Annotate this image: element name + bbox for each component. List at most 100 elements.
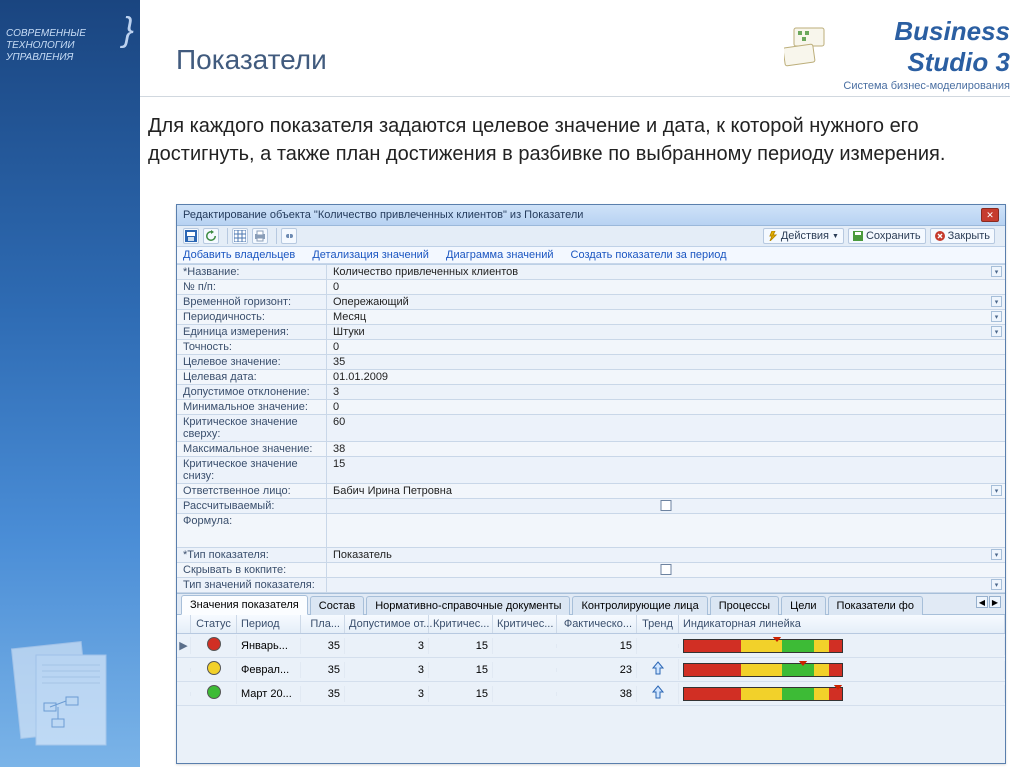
field-value[interactable]: 38 xyxy=(327,442,1005,456)
field-value[interactable]: ▾ xyxy=(327,578,1005,592)
col-header[interactable]: Пла... xyxy=(301,615,345,633)
field-label: Минимальное значение: xyxy=(177,400,327,414)
checkbox[interactable] xyxy=(661,564,672,575)
field-label: Максимальное значение: xyxy=(177,442,327,456)
close-button[interactable]: Закрыть xyxy=(930,228,995,244)
field-value[interactable]: 15 xyxy=(327,457,1005,483)
status-indicator-icon xyxy=(207,637,221,651)
tabscroll-left-icon[interactable]: ◀ xyxy=(976,596,988,608)
field-label: Ответственное лицо: xyxy=(177,484,327,498)
field-value[interactable]: Штуки▾ xyxy=(327,325,1005,339)
col-header[interactable]: Тренд xyxy=(637,615,679,633)
field-label: Формула: xyxy=(177,514,327,547)
field-value[interactable]: 01.01.2009 xyxy=(327,370,1005,384)
tab[interactable]: Показатели фо xyxy=(828,596,923,615)
main-toolbar: Действия ▼ Сохранить Закрыть xyxy=(177,226,1005,247)
grid-header: СтатусПериодПла...Допустимое от...Критич… xyxy=(177,615,1005,634)
dropdown-icon[interactable]: ▾ xyxy=(991,579,1002,590)
col-header[interactable]: Статус xyxy=(191,615,237,633)
table-row[interactable]: ▶Январь...3531515 xyxy=(177,634,1005,658)
trend-up-icon xyxy=(651,685,665,699)
close-window-icon[interactable]: ✕ xyxy=(981,208,999,222)
field-label: Критическое значение сверху: xyxy=(177,415,327,441)
app-window: Редактирование объекта "Количество привл… xyxy=(176,204,1006,764)
col-header[interactable]: Индикаторная линейка xyxy=(679,615,1005,633)
tabscroll-right-icon[interactable]: ▶ xyxy=(989,596,1001,608)
dropdown-icon[interactable]: ▾ xyxy=(991,296,1002,307)
dropdown-icon[interactable]: ▾ xyxy=(991,326,1002,337)
actions-dropdown[interactable]: Действия ▼ xyxy=(763,228,844,244)
tab[interactable]: Цели xyxy=(781,596,825,615)
field-value[interactable]: 0 xyxy=(327,400,1005,414)
field-label: Скрывать в кокпите: xyxy=(177,563,327,577)
link-diagram-values[interactable]: Диаграмма значений xyxy=(446,249,553,261)
brand-block: Business Studio 3 Система бизнес-моделир… xyxy=(843,16,1010,92)
link-create-period[interactable]: Создать показатели за период xyxy=(571,249,727,261)
field-value[interactable]: 3 xyxy=(327,385,1005,399)
field-value[interactable]: Показатель▾ xyxy=(327,548,1005,562)
properties-form: *Название:Количество привлеченных клиент… xyxy=(177,264,1005,593)
link-add-owners[interactable]: Добавить владельцев xyxy=(183,249,295,261)
print-icon[interactable] xyxy=(252,228,268,244)
refresh-icon[interactable] xyxy=(203,228,219,244)
field-value[interactable]: 35 xyxy=(327,355,1005,369)
save-button[interactable]: Сохранить xyxy=(848,228,926,244)
field-value[interactable]: Количество привлеченных клиентов▾ xyxy=(327,265,1005,279)
field-value[interactable]: 60 xyxy=(327,415,1005,441)
table-row[interactable]: Феврал...3531523 xyxy=(177,658,1005,682)
status-indicator-icon xyxy=(207,685,221,699)
field-value[interactable] xyxy=(327,499,1005,513)
status-indicator-icon xyxy=(207,661,221,675)
field-value[interactable]: Бабич Ирина Петровна▾ xyxy=(327,484,1005,498)
field-label: Временной горизонт: xyxy=(177,295,327,309)
field-label: *Название: xyxy=(177,265,327,279)
field-label: Целевая дата: xyxy=(177,370,327,384)
col-header[interactable]: Фактическо... xyxy=(557,615,637,633)
corporate-logo-block: } СОВРЕМЕННЫЕ ТЕХНОЛОГИИ УПРАВЛЕНИЯ xyxy=(6,28,126,64)
tab[interactable]: Нормативно-справочные документы xyxy=(366,596,570,615)
field-label: Критическое значение снизу: xyxy=(177,457,327,483)
indicator-gauge xyxy=(683,687,843,701)
tab[interactable]: Значения показателя xyxy=(181,595,308,615)
brand-diagram-icon xyxy=(784,26,834,70)
tab[interactable]: Процессы xyxy=(710,596,779,615)
window-title: Редактирование объекта "Количество привл… xyxy=(183,209,583,221)
field-label: Целевое значение: xyxy=(177,355,327,369)
field-value[interactable]: Опережающий▾ xyxy=(327,295,1005,309)
field-value[interactable]: 0 xyxy=(327,340,1005,354)
dropdown-icon[interactable]: ▾ xyxy=(991,266,1002,277)
col-header[interactable]: Критичес... xyxy=(429,615,493,633)
slide-heading: Показатели xyxy=(176,44,327,76)
field-label: Тип значений показателя: xyxy=(177,578,327,592)
link-detail-values[interactable]: Детализация значений xyxy=(312,249,429,261)
field-value[interactable] xyxy=(327,563,1005,577)
indicator-gauge xyxy=(683,663,843,677)
dropdown-icon[interactable]: ▾ xyxy=(991,485,1002,496)
detail-tabs: Значения показателяСоставНормативно-спра… xyxy=(177,593,1005,615)
save-icon[interactable] xyxy=(183,228,199,244)
checkbox[interactable] xyxy=(661,500,672,511)
slide-body-text: Для каждого показателя задаются целевое … xyxy=(148,112,964,168)
tab[interactable]: Состав xyxy=(310,596,364,615)
action-links-row: Добавить владельцев Детализация значений… xyxy=(177,247,1005,264)
dropdown-icon[interactable]: ▾ xyxy=(991,549,1002,560)
col-header[interactable]: Период xyxy=(237,615,301,633)
field-value[interactable]: Месяц▾ xyxy=(327,310,1005,324)
field-label: Рассчитываемый: xyxy=(177,499,327,513)
link-icon[interactable] xyxy=(281,228,297,244)
grid-icon[interactable] xyxy=(232,228,248,244)
col-header[interactable]: Критичес... xyxy=(493,615,557,633)
title-bar: Редактирование объекта "Количество привл… xyxy=(177,205,1005,226)
close-red-icon xyxy=(935,231,945,241)
grid-body: ▶Январь...3531515Феврал...3531523Март 20… xyxy=(177,634,1005,706)
field-value[interactable] xyxy=(327,514,1005,547)
field-label: Точность: xyxy=(177,340,327,354)
indicator-gauge xyxy=(683,639,843,653)
tab[interactable]: Контролирующие лица xyxy=(572,596,707,615)
dropdown-icon[interactable]: ▾ xyxy=(991,311,1002,322)
field-value[interactable]: 0 xyxy=(327,280,1005,294)
col-header[interactable]: Допустимое от... xyxy=(345,615,429,633)
table-row[interactable]: Март 20...3531538 xyxy=(177,682,1005,706)
field-label: *Тип показателя: xyxy=(177,548,327,562)
field-label: Допустимое отклонение: xyxy=(177,385,327,399)
